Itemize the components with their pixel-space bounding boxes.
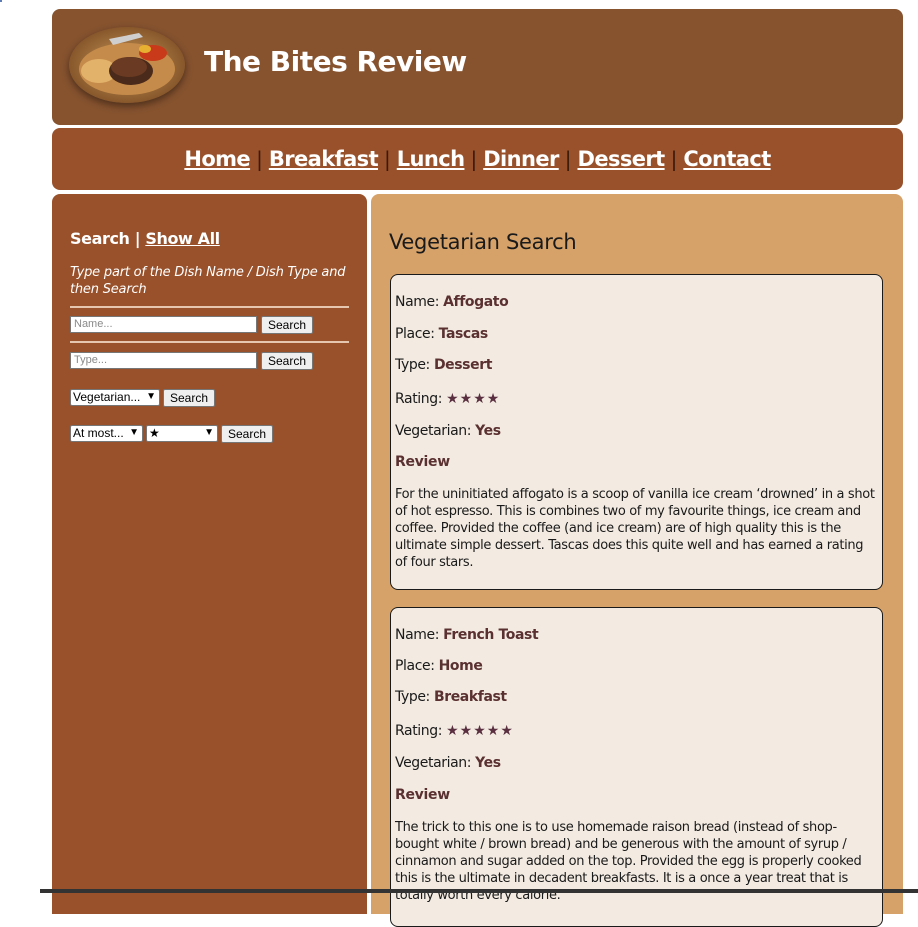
vegetarian-select-value: Vegetarian... (73, 390, 141, 404)
type-label: Type: (395, 689, 430, 705)
main-nav: Home | Breakfast | Lunch | Dinner | Dess… (52, 128, 903, 190)
name-label: Name: (395, 294, 440, 310)
review-heading: Review (395, 454, 450, 470)
chevron-down-icon: ▼ (129, 427, 139, 438)
window-bottom-edge (40, 889, 918, 893)
rating-stars: ★★★★ (446, 391, 501, 407)
dish-place: Tascas (438, 326, 489, 342)
nav-contact-link[interactable]: Contact (683, 147, 771, 171)
rating-row: Rating: ★★★★★ (395, 723, 514, 739)
dish-place: Home (438, 658, 483, 674)
site-header: The Bites Review (52, 9, 903, 125)
site-title: The Bites Review (204, 45, 467, 78)
vegetarian-row: Vegetarian: Yes (395, 755, 501, 771)
nav-separator: | (564, 147, 572, 171)
dish-vegetarian: Yes (475, 755, 501, 771)
nav-dessert-link[interactable]: Dessert (577, 147, 665, 171)
vegetarian-row: Vegetarian: Yes (395, 423, 501, 439)
rating-compare-select[interactable]: At most... ▼ (70, 425, 143, 442)
search-heading: Search | Show All (70, 229, 220, 248)
nav-separator: | (470, 147, 478, 171)
search-hint: Type part of the Dish Name / Dish Type a… (70, 265, 346, 297)
review-card: Name: French Toast Place: Home Type: Bre… (390, 607, 883, 927)
nav-breakfast-link[interactable]: Breakfast (269, 147, 379, 171)
nav-dinner-link[interactable]: Dinner (483, 147, 559, 171)
vegetarian-label: Vegetarian: (395, 423, 472, 439)
vegetarian-search-button[interactable]: Search (163, 389, 216, 407)
dish-name: French Toast (443, 627, 539, 643)
chevron-down-icon: ▼ (204, 427, 214, 438)
name-search-button[interactable]: Search (261, 316, 314, 334)
rating-stars-select[interactable]: ★ ▼ (146, 425, 218, 442)
nav-separator: | (670, 147, 678, 171)
name-row: Name: Affogato (395, 294, 509, 310)
show-all-link[interactable]: Show All (145, 229, 220, 248)
place-label: Place: (395, 326, 435, 342)
search-separator: | (134, 229, 141, 248)
name-row: Name: French Toast (395, 627, 539, 643)
search-label: Search (70, 229, 130, 248)
type-row: Type: Dessert (395, 357, 492, 373)
nav-home-link[interactable]: Home (184, 147, 250, 171)
search-sidebar: Search | Show All Type part of the Dish … (52, 194, 367, 914)
type-row: Type: Breakfast (395, 689, 507, 705)
dish-type: Dessert (433, 357, 493, 373)
divider (70, 341, 349, 343)
rating-stars-value: ★ (149, 426, 160, 440)
rating-label: Rating: (395, 391, 443, 407)
dish-vegetarian: Yes (475, 423, 501, 439)
place-row: Place: Home (395, 658, 483, 674)
nav-separator: | (256, 147, 263, 171)
place-row: Place: Tascas (395, 326, 488, 342)
type-label: Type: (395, 357, 430, 373)
type-search-button[interactable]: Search (261, 352, 314, 370)
dish-name: Affogato (443, 294, 509, 310)
name-label: Name: (395, 627, 440, 643)
rating-label: Rating: (395, 723, 443, 739)
rating-compare-value: At most... (73, 426, 124, 440)
place-label: Place: (395, 658, 435, 674)
name-search-input[interactable]: Name... (70, 316, 257, 333)
divider (70, 306, 349, 308)
vegetarian-select[interactable]: Vegetarian... ▼ (70, 389, 160, 406)
nav-separator: | (384, 147, 391, 171)
corner-dot (0, 0, 2, 2)
rating-row: Rating: ★★★★ (395, 391, 500, 407)
page-title: Vegetarian Search (389, 230, 577, 254)
main-content: Vegetarian Search Name: Affogato Place: … (371, 194, 903, 927)
review-heading: Review (395, 787, 450, 803)
vegetarian-label: Vegetarian: (395, 755, 472, 771)
review-card: Name: Affogato Place: Tascas Type: Desse… (390, 274, 883, 590)
rating-stars: ★★★★★ (446, 723, 514, 739)
nav-lunch-link[interactable]: Lunch (397, 147, 465, 171)
chevron-down-icon: ▼ (146, 391, 156, 402)
rating-search-button[interactable]: Search (221, 425, 274, 443)
type-search-input[interactable]: Type... (70, 352, 257, 369)
logo-steak-plate-image (69, 27, 185, 103)
dish-type: Breakfast (433, 689, 507, 705)
review-text: For the uninitiated affogato is a scoop … (395, 487, 875, 570)
